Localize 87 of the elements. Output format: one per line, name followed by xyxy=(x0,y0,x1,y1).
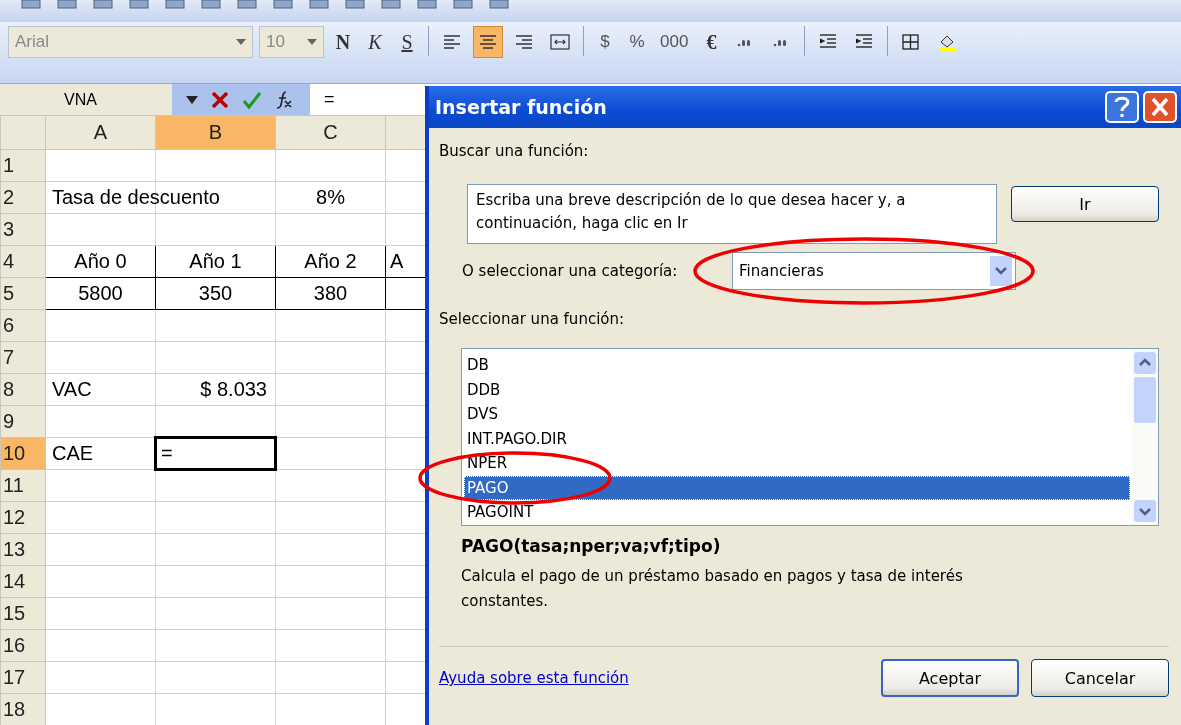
toolbar-icon[interactable] xyxy=(416,0,438,10)
cell-text: Tasa de descuento xyxy=(52,186,220,208)
dropdown-icon[interactable] xyxy=(186,95,198,104)
function-description: Calcula el pago de un préstamo basado en pagos y tasa de interés constantes. xyxy=(461,566,964,612)
row-header[interactable]: 18 xyxy=(0,693,46,725)
column-header[interactable]: A xyxy=(45,115,156,150)
search-label: Buscar una función: xyxy=(439,142,590,162)
cell-text: CAE xyxy=(52,442,94,464)
row-header[interactable]: 4 xyxy=(0,245,46,278)
scroll-thumb[interactable] xyxy=(1134,377,1156,423)
cancel-icon[interactable] xyxy=(210,89,230,110)
cell-text: 5800 xyxy=(78,282,123,304)
row-header[interactable]: 12 xyxy=(0,501,46,534)
toolbar-icon[interactable] xyxy=(128,0,150,10)
row-header[interactable]: 16 xyxy=(0,629,46,662)
toolbar-icon[interactable] xyxy=(56,0,78,10)
dialog-title: Insertar función xyxy=(435,96,608,118)
name-box[interactable]: VNA xyxy=(0,90,172,109)
toolbar-icon[interactable] xyxy=(272,0,294,10)
row-header[interactable]: 8 xyxy=(0,373,46,406)
row-header[interactable]: 15 xyxy=(0,597,46,630)
row-header[interactable]: 14 xyxy=(0,565,46,598)
cancel-button[interactable]: Cancelar xyxy=(1031,659,1169,697)
format-button[interactable]: N xyxy=(330,26,356,58)
function-item[interactable]: NPER xyxy=(464,451,1130,476)
dropdown-icon[interactable] xyxy=(236,39,246,45)
list-label: Seleccionar una función: xyxy=(439,310,626,330)
cell-text: A xyxy=(390,250,404,272)
format-button[interactable]: € xyxy=(698,26,725,58)
dropdown-icon[interactable] xyxy=(307,39,317,45)
category-dropdown[interactable]: Financieras xyxy=(732,252,1016,290)
toolbar-icon[interactable] xyxy=(452,0,474,10)
toolbar-icon[interactable] xyxy=(20,0,42,10)
row-header[interactable]: 13 xyxy=(0,533,46,566)
function-signature: PAGO(tasa;nper;va;vf;tipo) xyxy=(461,536,722,556)
row-header[interactable]: 7 xyxy=(0,341,46,374)
toolbar-icon[interactable] xyxy=(380,0,402,10)
row-header[interactable]: 9 xyxy=(0,405,46,438)
row-header[interactable]: 2 xyxy=(0,181,46,214)
toolbar-icon[interactable] xyxy=(344,0,366,10)
help-icon[interactable] xyxy=(1105,91,1139,123)
check-icon[interactable] xyxy=(242,89,262,110)
function-item[interactable]: DVS xyxy=(464,402,1130,427)
close-icon[interactable] xyxy=(1143,91,1177,123)
row-header[interactable]: 17 xyxy=(0,661,46,694)
row-header[interactable]: 10 xyxy=(0,437,46,470)
align-center-icon[interactable] xyxy=(473,26,503,58)
accept-button[interactable]: Aceptar xyxy=(881,659,1019,697)
row-header[interactable]: 5 xyxy=(0,277,46,310)
search-field[interactable]: Escriba una breve descripción de lo que desea hacer y, a continuación, haga clic en Ir xyxy=(467,184,997,244)
scroll-up-icon[interactable] xyxy=(1133,351,1157,375)
toolbar-icon[interactable] xyxy=(308,0,330,10)
column-header[interactable]: B xyxy=(155,115,276,150)
toolbar-icon[interactable] xyxy=(200,0,222,10)
format-button[interactable]: % xyxy=(624,26,650,58)
cell-text: 380 xyxy=(313,282,348,304)
format-button[interactable]: S xyxy=(394,26,420,58)
toolbar-icon[interactable] xyxy=(92,0,114,10)
toolbar-icon[interactable] xyxy=(488,0,510,10)
cell-text: Año 0 xyxy=(74,250,127,272)
category-label: O seleccionar una categoría: xyxy=(462,262,679,280)
row-header[interactable]: 1 xyxy=(0,149,46,182)
toolbar-icon[interactable] xyxy=(236,0,258,10)
cell-text: 350 xyxy=(198,282,233,304)
row-header[interactable]: 11 xyxy=(0,469,46,502)
format-button[interactable]: K xyxy=(362,26,388,58)
toolbar-icon[interactable] xyxy=(164,0,186,10)
cell-text: 8% xyxy=(316,186,345,208)
format-button[interactable]: 000 xyxy=(656,26,693,58)
function-item[interactable]: PAGO xyxy=(464,475,1130,500)
help-link[interactable]: Ayuda sobre esta función xyxy=(439,669,629,687)
function-item[interactable]: INT.PAGO.DIR xyxy=(464,426,1130,451)
scrollbar[interactable] xyxy=(1132,349,1158,525)
cell-text: Año 1 xyxy=(189,250,242,272)
dropdown-icon[interactable] xyxy=(990,256,1012,286)
column-header[interactable]: C xyxy=(275,115,386,150)
scroll-down-icon[interactable] xyxy=(1133,499,1157,523)
row-header[interactable]: 3 xyxy=(0,213,46,246)
function-icon[interactable] xyxy=(274,89,294,110)
function-item[interactable]: DB xyxy=(464,353,1130,378)
cell-text: $ 8.033 xyxy=(200,378,267,400)
row-header[interactable]: 6 xyxy=(0,309,46,342)
format-button[interactable]: $ xyxy=(592,26,618,58)
cell-text: Año 2 xyxy=(304,250,357,272)
go-button[interactable]: Ir xyxy=(1011,186,1159,222)
cell-text: VAC xyxy=(52,378,92,400)
cell-text: = xyxy=(161,442,173,464)
